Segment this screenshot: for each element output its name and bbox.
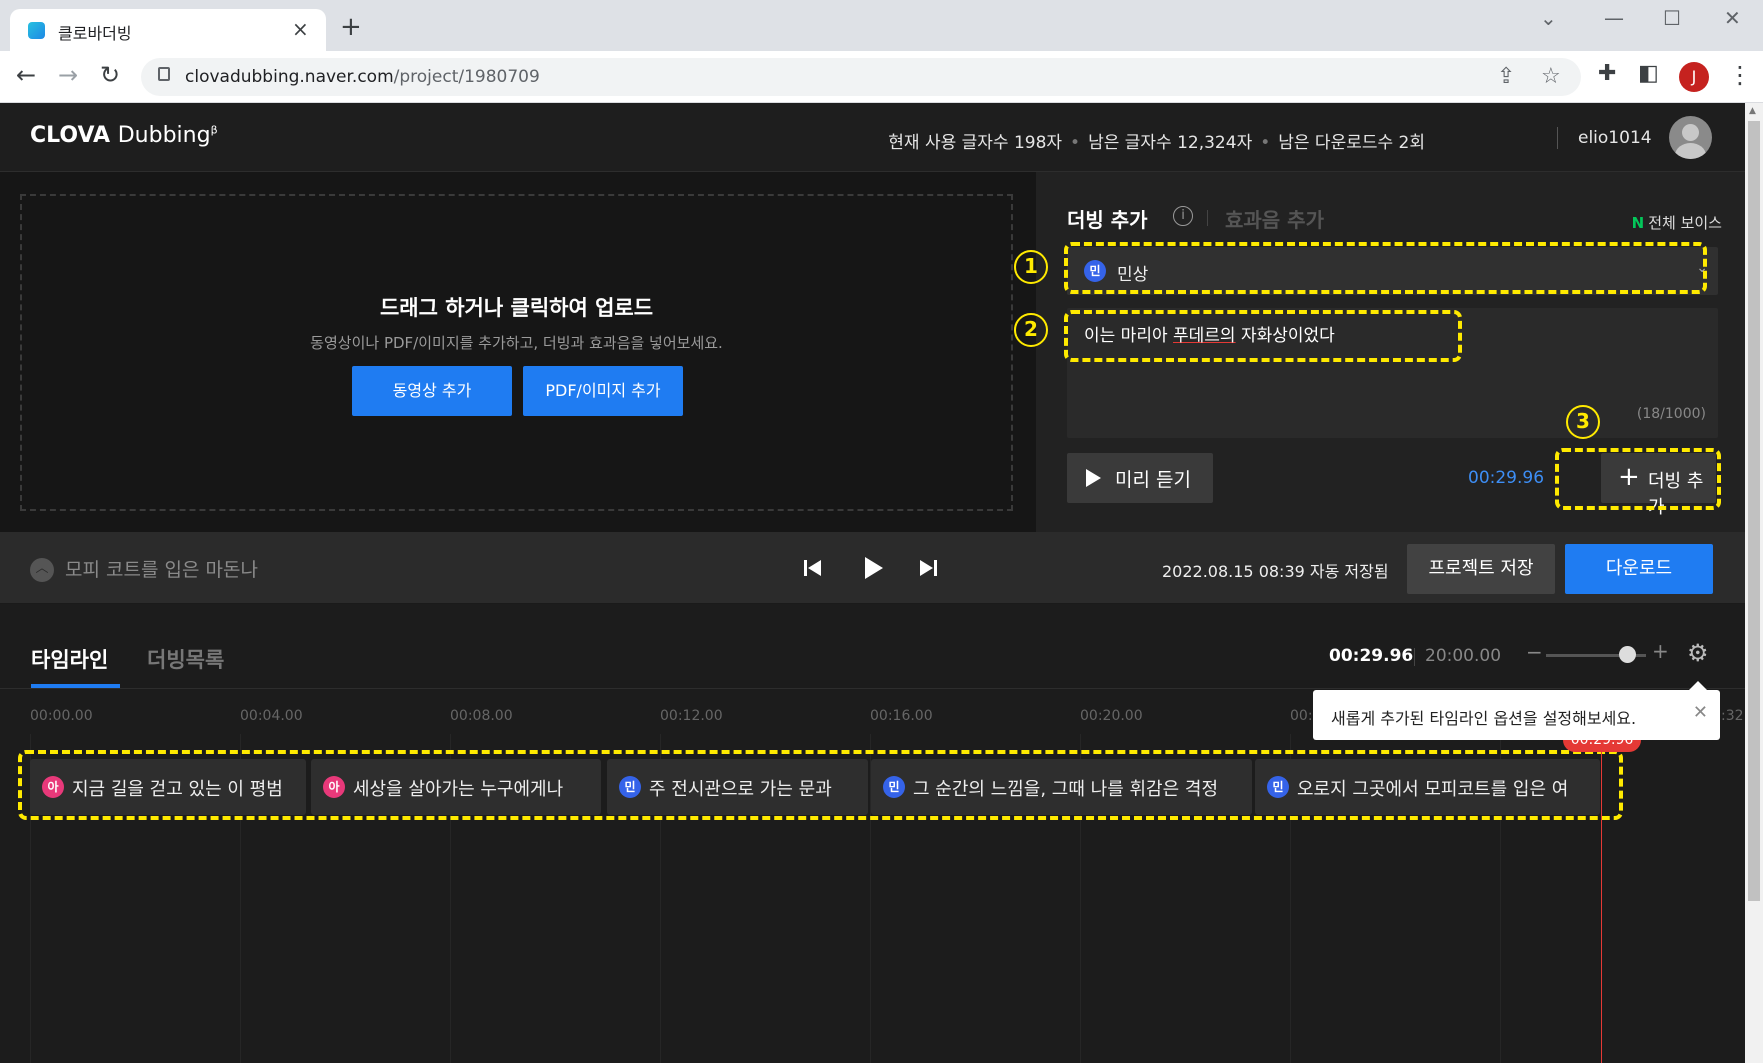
download-button[interactable]: 다운로드 (1565, 544, 1713, 594)
time-divider (1414, 648, 1415, 666)
highlight-voice-select (1064, 242, 1707, 294)
profile-avatar[interactable]: J (1679, 62, 1709, 92)
char-counter: (18/1000) (1636, 406, 1706, 422)
tab-timeline[interactable]: 타임라인 (31, 644, 108, 674)
new-tab-icon[interactable]: + (340, 12, 362, 42)
back-arrow-icon[interactable]: ← (16, 61, 36, 89)
usage-downloads: 남은 다운로드수 2회 (1278, 133, 1425, 153)
preview-listen-button[interactable]: 미리 듣기 (1067, 453, 1213, 503)
browser-tab-bar: 클로바더빙 × + ⌄ — ☐ ✕ (0, 0, 1763, 51)
zoom-slider-handle[interactable] (1619, 646, 1636, 663)
tab-dubbing-list[interactable]: 더빙목록 (147, 644, 224, 674)
zoom-out-icon[interactable]: − (1526, 640, 1543, 664)
usage-summary: 현재 사용 글자수 198자 • 남은 글자수 12,324자 • 남은 다운로드수 2… (888, 133, 1425, 153)
save-project-button[interactable]: 프로젝트 저장 (1407, 544, 1555, 594)
address-bar[interactable]: clovadubbing.naver.com/project/1980709 ⇪… (141, 58, 1581, 96)
timeline-options-tooltip: 새롭게 추가된 타임라인 옵션을 설정해보세요. ✕ (1313, 681, 1720, 740)
media-pane: 드래그 하거나 클릭하여 업로드 동영상이나 PDF/이미지를 추가하고, 더빙… (0, 172, 1036, 532)
time-tick: 00:16.00 (870, 708, 933, 724)
lock-icon (158, 67, 170, 81)
annotation-number-3: 3 (1566, 405, 1600, 439)
skip-next-icon[interactable] (917, 557, 939, 583)
extensions-puzzle-icon[interactable]: ✚ (1598, 61, 1616, 86)
page-scrollbar[interactable]: ▲ (1745, 103, 1763, 1063)
add-video-button[interactable]: 동영상 추가 (352, 366, 512, 416)
tab-search-chevron-icon[interactable]: ⌄ (1540, 6, 1557, 30)
clova-favicon-icon (28, 22, 45, 39)
upload-subtitle: 동영상이나 PDF/이미지를 추가하고, 더빙과 효과음을 넣어보세요. (310, 334, 723, 352)
play-icon[interactable] (860, 555, 886, 585)
auto-save-status: 2022.08.15 08:39 자동 저장됨 (1162, 562, 1389, 581)
time-tick: 00: (1290, 708, 1313, 724)
menu-kebab-icon[interactable]: ⋮ (1728, 61, 1752, 89)
current-time: 00:29.96 (1329, 646, 1414, 666)
usage-left: 남은 글자수 12,324자 (1088, 133, 1253, 153)
all-voices-link[interactable]: N 전체 보이스 (1632, 212, 1722, 233)
bookmark-star-icon[interactable]: ☆ (1541, 64, 1561, 89)
add-pdf-image-button[interactable]: PDF/이미지 추가 (523, 366, 683, 416)
timeline-header-divider (0, 688, 1745, 689)
minimize-icon[interactable]: — (1604, 6, 1624, 30)
username[interactable]: elio1014 (1578, 128, 1652, 148)
maximize-icon[interactable]: ☐ (1663, 6, 1681, 30)
highlight-add-button (1555, 448, 1721, 510)
upload-title: 드래그 하거나 클릭하여 업로드 (379, 296, 654, 320)
side-panel-icon[interactable]: ◧ (1638, 61, 1659, 86)
chevron-up-icon[interactable]: ︿ (30, 558, 54, 582)
time-tick: 00:12.00 (660, 708, 723, 724)
reload-icon[interactable]: ↻ (100, 61, 120, 89)
highlight-text-input (1064, 310, 1462, 362)
annotation-number-1: 1 (1014, 250, 1048, 284)
close-icon[interactable]: ✕ (1693, 702, 1708, 723)
app-header: CLOVA Dubbingβ 현재 사용 글자수 198자 • 남은 글자수 12,… (0, 103, 1745, 172)
tab-add-sound-effect[interactable]: 효과음 추가 (1225, 204, 1324, 233)
dubbing-duration: 00:29.96 (1468, 468, 1545, 488)
gear-icon[interactable]: ⚙ (1687, 639, 1709, 667)
scroll-up-arrow-icon[interactable]: ▲ (1749, 106, 1756, 116)
tab-close-icon[interactable]: × (292, 17, 309, 41)
usage-used: 현재 사용 글자수 198자 (888, 133, 1063, 153)
tab-divider (1207, 210, 1208, 226)
time-tick: :32 (1721, 708, 1744, 724)
highlight-timeline-clips (18, 750, 1623, 820)
play-icon (1086, 469, 1101, 487)
time-tick: 00:04.00 (240, 708, 303, 724)
timeline-pane: 타임라인 더빙목록 00:29.96 20:00.00 − + ⚙ 00:00.… (0, 604, 1745, 1063)
scrollbar-thumb[interactable] (1748, 121, 1760, 901)
browser-tab[interactable]: 클로바더빙 × (10, 9, 326, 51)
playhead[interactable] (1601, 751, 1602, 1063)
browser-toolbar: ← → ↻ clovadubbing.naver.com/project/198… (0, 51, 1763, 103)
time-tick: 00:08.00 (450, 708, 513, 724)
clova-dubbing-logo[interactable]: CLOVA Dubbingβ (30, 123, 218, 148)
time-tick: 00:20.00 (1080, 708, 1143, 724)
header-divider (1557, 127, 1558, 149)
upload-dropzone[interactable]: 드래그 하거나 클릭하여 업로드 동영상이나 PDF/이미지를 추가하고, 더빙… (20, 194, 1013, 511)
window-close-icon[interactable]: ✕ (1724, 6, 1741, 30)
tab-title: 클로바더빙 (58, 24, 132, 43)
time-tick: 00:00.00 (30, 708, 93, 724)
url-text: clovadubbing.naver.com/project/1980709 (185, 67, 540, 87)
info-icon[interactable]: i (1173, 206, 1193, 226)
zoom-in-icon[interactable]: + (1652, 639, 1669, 663)
annotation-number-2: 2 (1014, 313, 1048, 347)
playback-control-bar: ︿ 모피 코트를 입은 마돈나 2022.08.15 08:39 자동 저장됨 … (0, 532, 1745, 604)
total-time: 20:00.00 (1425, 646, 1502, 666)
forward-arrow-icon[interactable]: → (58, 61, 78, 89)
tooltip-text: 새롭게 추가된 타임라인 옵션을 설정해보세요. (1331, 709, 1637, 728)
naver-n-icon: N (1631, 214, 1645, 232)
project-title[interactable]: 모피 코트를 입은 마돈나 (65, 555, 258, 582)
skip-previous-icon[interactable] (802, 557, 824, 583)
tab-add-dubbing[interactable]: 더빙 추가 (1067, 204, 1148, 233)
share-icon[interactable]: ⇪ (1497, 64, 1515, 89)
user-avatar-icon[interactable] (1669, 116, 1712, 159)
